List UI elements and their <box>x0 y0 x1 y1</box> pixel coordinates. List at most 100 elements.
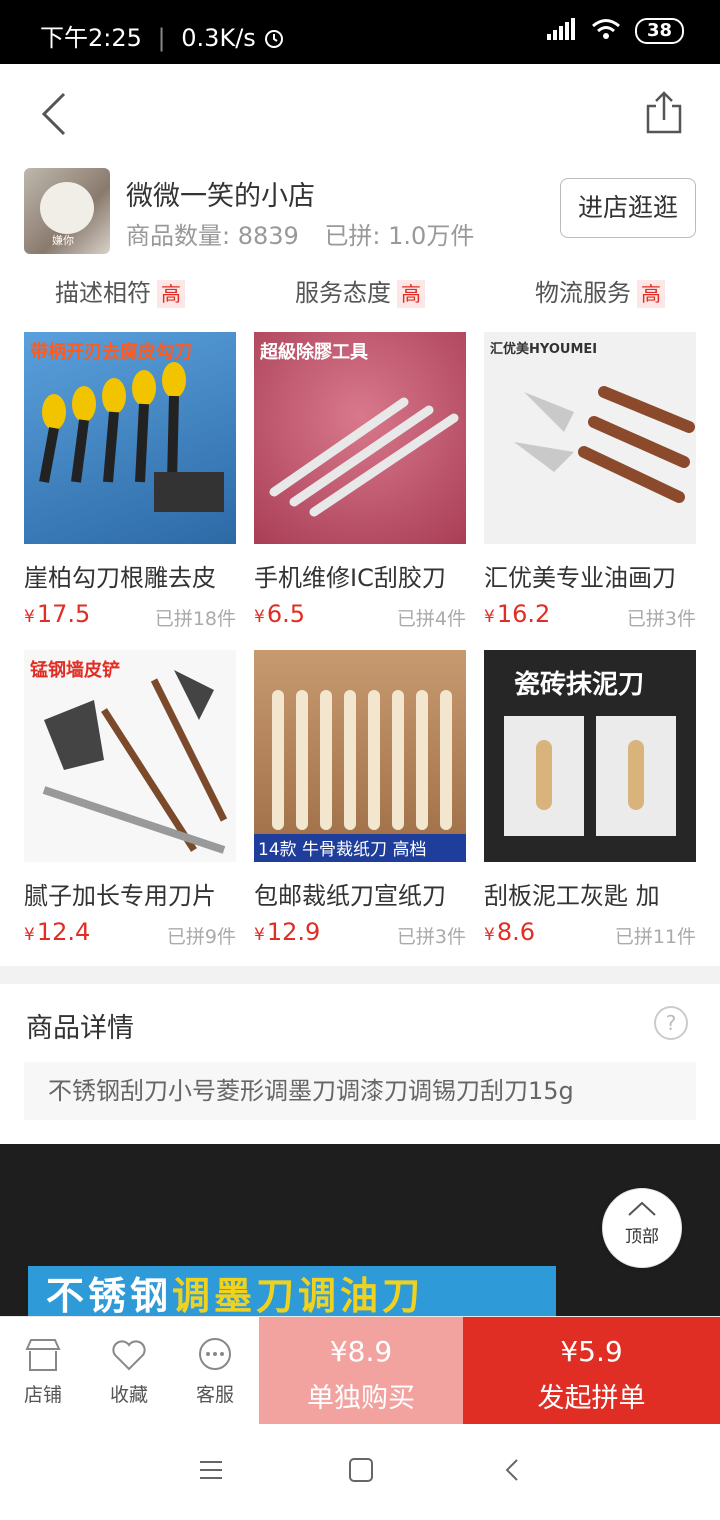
system-nav-bar <box>0 1424 720 1520</box>
rating-level-badge: 高 <box>157 280 185 308</box>
product-title[interactable]: 崖柏勾刀根雕去皮 <box>24 558 240 593</box>
sold-count: 已拼9件 <box>166 926 236 948</box>
help-icon[interactable]: ? <box>654 1006 688 1040</box>
currency-symbol: ¥ <box>254 607 265 627</box>
product-image[interactable]: 汇优美HYOUMEI <box>484 332 696 544</box>
sold-count: 已拼18件 <box>154 608 236 630</box>
currency-symbol: ¥ <box>254 925 265 945</box>
shop-avatar[interactable]: 嫌你 <box>24 168 110 254</box>
product-title[interactable]: 腻子加长专用刀片 <box>24 876 240 911</box>
currency-symbol: ¥ <box>24 925 35 945</box>
rating-logistics: 物流服务高 <box>480 270 720 318</box>
rating-label: 物流服务 <box>535 279 631 307</box>
chevron-up-icon <box>628 1201 656 1216</box>
shop-ratings: 描述相符高 服务态度高 物流服务高 <box>0 270 720 318</box>
product-image[interactable]: 14款 牛骨裁纸刀 高档 <box>254 650 466 862</box>
single-buy-label: 单独购买 <box>307 1383 415 1414</box>
product-price: ¥16.2 <box>484 600 550 628</box>
bottom-action-bar: 店铺 收藏 客服 ¥8.9 单独购买 ¥5.9 发起拼单 <box>0 1316 720 1425</box>
product-card[interactable]: 汇优美HYOUMEI 汇优美专业油画刀 ¥16.2 已拼3件 <box>484 332 696 630</box>
chat-icon <box>199 1338 231 1370</box>
favorite-label: 收藏 <box>109 1384 148 1406</box>
product-card[interactable]: 14款 牛骨裁纸刀 高档 包邮裁纸刀宣纸刀 ¥12.9 已拼3件 <box>254 650 466 948</box>
status-bar: 下午2:25 | 0.3K/s 38 <box>0 0 720 64</box>
group-buy-label: 发起拼单 <box>537 1383 646 1414</box>
price-value: 6.5 <box>266 600 305 628</box>
signal-icon <box>546 18 577 44</box>
banner-text-a: 不锈钢 <box>46 1274 173 1316</box>
product-price: ¥17.5 <box>24 600 90 628</box>
rating-label: 服务态度 <box>295 279 391 307</box>
details-description: 不锈钢刮刀小号菱形调墨刀调漆刀调锡刀刮刀15g <box>24 1062 696 1120</box>
shop-meta: 商品数量: 8839 已拼: 1.0万件 <box>126 216 474 251</box>
banner-text-b: 调墨刀调油刀 <box>172 1274 425 1316</box>
customer-service-button[interactable]: 客服 <box>172 1317 258 1425</box>
section-divider <box>0 966 720 984</box>
product-price: ¥12.9 <box>254 918 320 946</box>
home-icon[interactable] <box>348 1458 374 1486</box>
price-value: 12.9 <box>266 918 321 946</box>
banner-text: 不锈钢调墨刀调油刀 <box>28 1266 556 1316</box>
menu-icon[interactable] <box>198 1458 224 1486</box>
enter-shop-button[interactable]: 进店逛逛 <box>560 178 696 238</box>
sold-count: 已拼3件 <box>626 608 696 630</box>
rating-description: 描述相符高 <box>0 270 240 318</box>
store-button[interactable]: 店铺 <box>0 1317 86 1425</box>
rating-label: 描述相符 <box>55 279 151 307</box>
battery-icon: 38 <box>634 18 684 44</box>
product-count: 商品数量: 8839 <box>126 222 299 250</box>
price-value: 8.6 <box>496 918 535 946</box>
sold-count: 已拼4件 <box>396 608 466 630</box>
product-image[interactable]: 带柄开刃去腐皮勾刀 <box>24 332 236 544</box>
share-icon[interactable] <box>644 90 684 134</box>
product-card[interactable]: 超級除膠工具 手机维修IC刮胶刀 ¥6.5 已拼4件 <box>254 332 466 630</box>
rating-level-badge: 高 <box>637 280 665 308</box>
network-speed: 0.3K/s <box>181 24 256 52</box>
buy-alone-button[interactable]: ¥8.9 单独购买 <box>259 1317 463 1425</box>
back-to-top-button[interactable]: 顶部 <box>602 1188 682 1268</box>
group-count: 已拼: 1.0万件 <box>324 222 475 250</box>
nav-bar <box>0 64 720 164</box>
wifi-icon <box>591 18 621 44</box>
rating-service: 服务态度高 <box>240 270 480 318</box>
customer-service-label: 客服 <box>195 1384 234 1406</box>
heart-icon <box>112 1340 146 1371</box>
shop-header: 嫌你 微微一笑的小店 商品数量: 8839 已拼: 1.0万件 进店逛逛 <box>16 164 704 260</box>
product-card[interactable]: 锰钢墙皮铲 腻子加长专用刀片 ¥12.4 已拼9件 <box>24 650 236 948</box>
rating-level-badge: 高 <box>397 280 425 308</box>
store-label: 店铺 <box>23 1384 62 1406</box>
currency-symbol: ¥ <box>484 925 495 945</box>
product-details: 商品详情 ? 不锈钢刮刀小号菱形调墨刀调漆刀调锡刀刮刀15g <box>0 984 720 1144</box>
favorite-button[interactable]: 收藏 <box>86 1317 172 1425</box>
product-image[interactable]: 锰钢墙皮铲 <box>24 650 236 862</box>
product-image[interactable]: 瓷砖抹泥刀 <box>484 650 696 862</box>
image-tag: 14款 牛骨裁纸刀 高档 <box>258 840 427 860</box>
back-arrow-icon[interactable] <box>36 90 76 138</box>
store-icon <box>25 1339 61 1371</box>
back-icon[interactable] <box>502 1458 522 1486</box>
product-price: ¥8.6 <box>484 918 535 946</box>
group-buy-button[interactable]: ¥5.9 发起拼单 <box>463 1317 720 1425</box>
product-card[interactable]: 带柄开刃去腐皮勾刀 崖柏勾刀根雕去皮 ¥17.5 已拼18件 <box>24 332 236 630</box>
sold-count: 已拼11件 <box>614 926 696 948</box>
product-image[interactable]: 超級除膠工具 <box>254 332 466 544</box>
clock-text: 下午2:25 <box>40 24 142 52</box>
avatar-caption: 嫌你 <box>52 234 74 247</box>
currency-symbol: ¥ <box>24 607 35 627</box>
price-value: 12.4 <box>36 918 91 946</box>
product-title[interactable]: 刮板泥工灰匙 加 <box>484 876 700 911</box>
product-price: ¥6.5 <box>254 600 305 628</box>
product-price: ¥12.4 <box>24 918 90 946</box>
product-title[interactable]: 手机维修IC刮胶刀 <box>254 558 470 593</box>
status-time: 下午2:25 | 0.3K/s <box>40 18 285 53</box>
price-value: 16.2 <box>496 600 551 628</box>
product-title[interactable]: 包邮裁纸刀宣纸刀 <box>254 876 470 911</box>
shop-name: 微微一笑的小店 <box>126 181 315 212</box>
product-title[interactable]: 汇优美专业油画刀 <box>484 558 700 593</box>
alarm-icon <box>263 24 285 52</box>
sold-count: 已拼3件 <box>396 926 466 948</box>
product-card[interactable]: 瓷砖抹泥刀 刮板泥工灰匙 加 ¥8.6 已拼11件 <box>484 650 696 948</box>
group-buy-price: ¥5.9 <box>560 1335 623 1368</box>
details-heading: 商品详情 <box>26 1013 134 1044</box>
back-to-top-label: 顶部 <box>625 1227 659 1247</box>
